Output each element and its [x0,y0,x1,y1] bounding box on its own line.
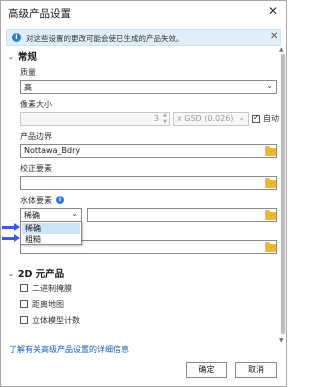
pixel-size-stepper[interactable]: 3 ▲ ▼ [20,112,170,126]
ok-button[interactable]: 确定 [186,362,227,378]
auto-label: 自动 [263,114,279,123]
stereo-model-count-label: 立体模型计数 [32,316,80,325]
section-2d-products-header[interactable]: ⌄ 2D 元产品 [8,266,64,280]
warning-notice-bar: i 对这些设置的更改可能会使已生成的产品失效。 ✕ [6,29,281,46]
learn-more-link[interactable]: 了解有关高级产品设置的详细信息 [9,344,129,355]
chevron-down-icon: ⌄ [266,81,273,90]
distance-map-checkbox[interactable] [20,300,28,308]
chevron-down-icon: ⌄ [8,53,14,61]
spin-up-icon[interactable]: ▲ [163,112,167,118]
correction-features-label: 校正要素 [20,164,52,173]
dropdown-option[interactable]: 稀确 [22,223,80,234]
quality-select[interactable]: 高 ⌄ [20,80,277,94]
browse-folder-icon[interactable] [265,210,276,220]
binary-mask-checkbox[interactable] [20,284,28,292]
annotation-arrow-icon [2,223,21,232]
dialog-title: 高级产品设置 [8,8,71,20]
quality-label: 质量 [20,68,36,77]
product-boundary-value: Nottawa_Bdry [24,146,81,155]
product-boundary-select[interactable]: Nottawa_Bdry ⌄ [20,144,277,158]
product-boundary-label: 产品边界 [20,132,52,141]
water-features-type-select[interactable]: 稀确 ⌄ [20,208,82,222]
browse-folder-icon[interactable] [265,178,276,188]
binary-mask-label: 二进制掩膜 [32,284,72,293]
info-icon: i [12,33,21,42]
auto-checkbox[interactable] [252,113,260,123]
dialog-close-icon[interactable]: ✕ [267,4,279,18]
dropdown-option[interactable]: 粗糙 [22,234,80,245]
annotation-arrow-icon [2,234,21,243]
scroll-up-icon[interactable]: ▲ [279,46,284,53]
water-features-label: 水体要素 [20,196,52,205]
section-2d-products-label: 2D 元产品 [17,269,65,280]
info-icon[interactable]: i [56,196,64,204]
chevron-down-icon: ⌄ [71,209,78,218]
correction-features-select[interactable]: ⌄ [20,176,277,190]
stereo-model-count-checkbox[interactable] [20,316,28,324]
water-features-type-dropdown: 稀确 粗糙 [20,221,82,245]
notice-close-icon[interactable]: ✕ [270,31,278,42]
spin-down-icon[interactable]: ▼ [163,119,167,125]
section-general-label: 常规 [17,52,37,63]
notice-text: 对这些设置的更改可能会使已生成的产品失效。 [26,34,184,43]
browse-folder-icon[interactable] [265,242,276,252]
scroll-down-icon[interactable]: ▼ [279,337,284,344]
section-general-header[interactable]: ⌄ 常规 [8,49,37,63]
gsd-unit-select[interactable]: x GSD (0.026) ⌄ [173,112,249,126]
advanced-product-settings-dialog: 高级产品设置 ✕ i 对这些设置的更改可能会使已生成的产品失效。 ✕ ▲ ▼ ⌄… [0,0,287,387]
pixel-size-value: 3 [153,114,159,123]
scrollbar-thumb[interactable] [281,54,285,334]
chevron-down-icon: ⌄ [8,270,14,278]
browse-folder-icon[interactable] [265,146,276,156]
water-features-type-value: 稀确 [24,211,40,220]
pixel-size-label: 像素大小 [20,100,52,109]
water-features-layer-select[interactable]: ⌄ [87,208,277,222]
distance-map-label: 距离地图 [32,300,64,309]
cancel-button[interactable]: 取消 [235,362,277,378]
quality-value: 高 [24,83,32,92]
gsd-unit-value: x GSD (0.026) [177,114,234,123]
chevron-down-icon: ⌄ [238,113,245,122]
